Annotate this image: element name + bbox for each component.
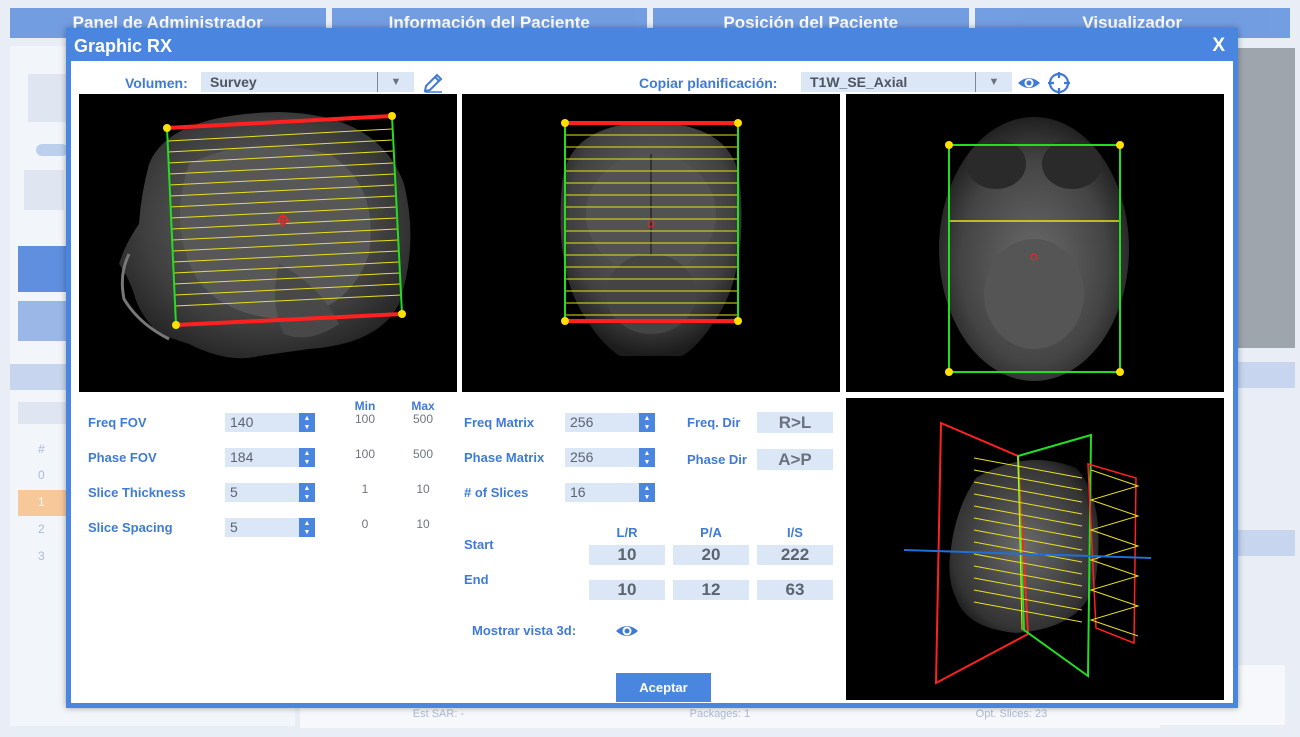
min-header: Min: [354, 399, 376, 413]
slice-thickness-value: 5: [230, 484, 238, 500]
est-sar-label: Est SAR: -: [412, 708, 465, 720]
slice-spacing-max: 10: [416, 517, 430, 531]
settings-button[interactable]: [18, 246, 66, 292]
num-slices-value: 16: [570, 484, 586, 500]
phase-dir-label: Phase Dir: [687, 452, 747, 467]
coronal-view[interactable]: [462, 94, 840, 392]
slice-spacing-stepper[interactable]: 5 ▲ ▼: [225, 518, 315, 537]
end-label: End: [464, 572, 489, 587]
freq-fov-value: 140: [230, 414, 254, 430]
freq-fov-min: 100: [354, 412, 376, 426]
freq-dir-label: Freq. Dir: [687, 415, 741, 430]
start-lr-field[interactable]: 10: [589, 545, 665, 565]
end-pa-field[interactable]: 12: [673, 580, 749, 600]
copy-planning-select[interactable]: T1W_SE_Axial ▼: [801, 72, 1012, 92]
stepper-arrows-icon[interactable]: ▲ ▼: [639, 448, 655, 467]
volume-label: Volumen:: [125, 75, 188, 91]
phase-fov-max: 500: [412, 447, 434, 461]
max-header: Max: [411, 399, 435, 413]
pa-header: P/A: [700, 525, 722, 540]
phase-dir-toggle[interactable]: A>P: [757, 449, 833, 470]
row-number: #: [38, 442, 45, 456]
stepper-arrows-icon[interactable]: ▲ ▼: [299, 518, 315, 537]
3d-view[interactable]: [846, 398, 1224, 700]
row-number: 3: [38, 549, 45, 563]
freq-dir-toggle[interactable]: R>L: [757, 412, 833, 433]
eye-icon[interactable]: [615, 619, 639, 643]
background-subheader: [18, 402, 66, 424]
phase-matrix-stepper[interactable]: 256 ▲ ▼: [565, 448, 655, 467]
freq-fov-max: 500: [412, 412, 434, 426]
end-is-field[interactable]: 63: [757, 580, 833, 600]
close-button[interactable]: X: [1212, 35, 1225, 57]
axial-view[interactable]: [846, 94, 1224, 392]
opt-slices-label: Opt. Slices: 23: [975, 708, 1048, 720]
freq-fov-label: Freq FOV: [88, 415, 147, 430]
num-slices-stepper[interactable]: 16 ▲ ▼: [565, 483, 655, 502]
stepper-arrows-icon[interactable]: ▲ ▼: [299, 483, 315, 502]
slice-thickness-stepper[interactable]: 5 ▲ ▼: [225, 483, 315, 502]
show-3d-label: Mostrar vista 3d:: [472, 623, 577, 638]
row-number: 2: [38, 522, 45, 536]
slice-thickness-max: 10: [416, 482, 430, 496]
slice-thickness-label: Slice Thickness: [88, 485, 186, 500]
start-pa-field[interactable]: 20: [673, 545, 749, 565]
background-logo: [24, 170, 64, 210]
phase-fov-min: 100: [354, 447, 376, 461]
chevron-down-icon[interactable]: ▼: [975, 72, 1012, 92]
graphic-rx-dialog: Graphic RX X Volumen: Survey ▼ Copiar pl…: [66, 28, 1238, 708]
copy-planning-value: T1W_SE_Axial: [810, 74, 908, 90]
slice-thickness-min: 1: [361, 482, 369, 496]
phase-fov-label: Phase FOV: [88, 450, 157, 465]
sagittal-view[interactable]: [79, 94, 457, 392]
row-number: 1: [38, 495, 45, 509]
end-lr-field[interactable]: 10: [589, 580, 665, 600]
freq-matrix-value: 256: [570, 414, 594, 430]
stepper-arrows-icon[interactable]: ▲ ▼: [639, 483, 655, 502]
stepper-arrows-icon[interactable]: ▲ ▼: [299, 413, 315, 432]
background-pill: [36, 144, 68, 156]
phase-fov-stepper[interactable]: 184 ▲ ▼: [225, 448, 315, 467]
start-is-field[interactable]: 222: [757, 545, 833, 565]
slice-spacing-label: Slice Spacing: [88, 520, 173, 535]
background-right-header: [1235, 362, 1295, 388]
copy-planning-label: Copiar planificación:: [639, 75, 778, 91]
freq-fov-stepper[interactable]: 140 ▲ ▼: [225, 413, 315, 432]
freq-matrix-label: Freq Matrix: [464, 415, 535, 430]
slice-spacing-min: 0: [361, 517, 369, 531]
volume-select[interactable]: Survey ▼: [201, 72, 414, 92]
pencil-icon[interactable]: [421, 71, 445, 95]
phase-fov-value: 184: [230, 449, 254, 465]
background-viewer: [1235, 48, 1295, 348]
dialog-title: Graphic RX: [74, 36, 173, 56]
freq-matrix-stepper[interactable]: 256 ▲ ▼: [565, 413, 655, 432]
crosshair-icon[interactable]: [1047, 71, 1071, 95]
chevron-down-icon[interactable]: ▼: [377, 72, 414, 92]
background-right-header-2: [1235, 530, 1295, 556]
stepper-arrows-icon[interactable]: ▲ ▼: [299, 448, 315, 467]
stepper-arrows-icon[interactable]: ▲ ▼: [639, 413, 655, 432]
num-slices-label: # of Slices: [464, 485, 529, 500]
lr-header: L/R: [616, 525, 638, 540]
accept-button[interactable]: Aceptar: [616, 673, 711, 702]
is-header: I/S: [787, 525, 803, 540]
start-label: Start: [464, 537, 494, 552]
phase-matrix-value: 256: [570, 449, 594, 465]
dialog-titlebar[interactable]: Graphic RX X: [71, 33, 1233, 61]
download-button[interactable]: [18, 301, 66, 341]
phase-matrix-label: Phase Matrix: [464, 450, 545, 465]
packages-label: Packages: 1: [689, 708, 751, 720]
row-number: 0: [38, 468, 45, 482]
eye-icon[interactable]: [1017, 71, 1041, 95]
volume-select-value: Survey: [210, 74, 257, 90]
slice-spacing-value: 5: [230, 519, 238, 535]
